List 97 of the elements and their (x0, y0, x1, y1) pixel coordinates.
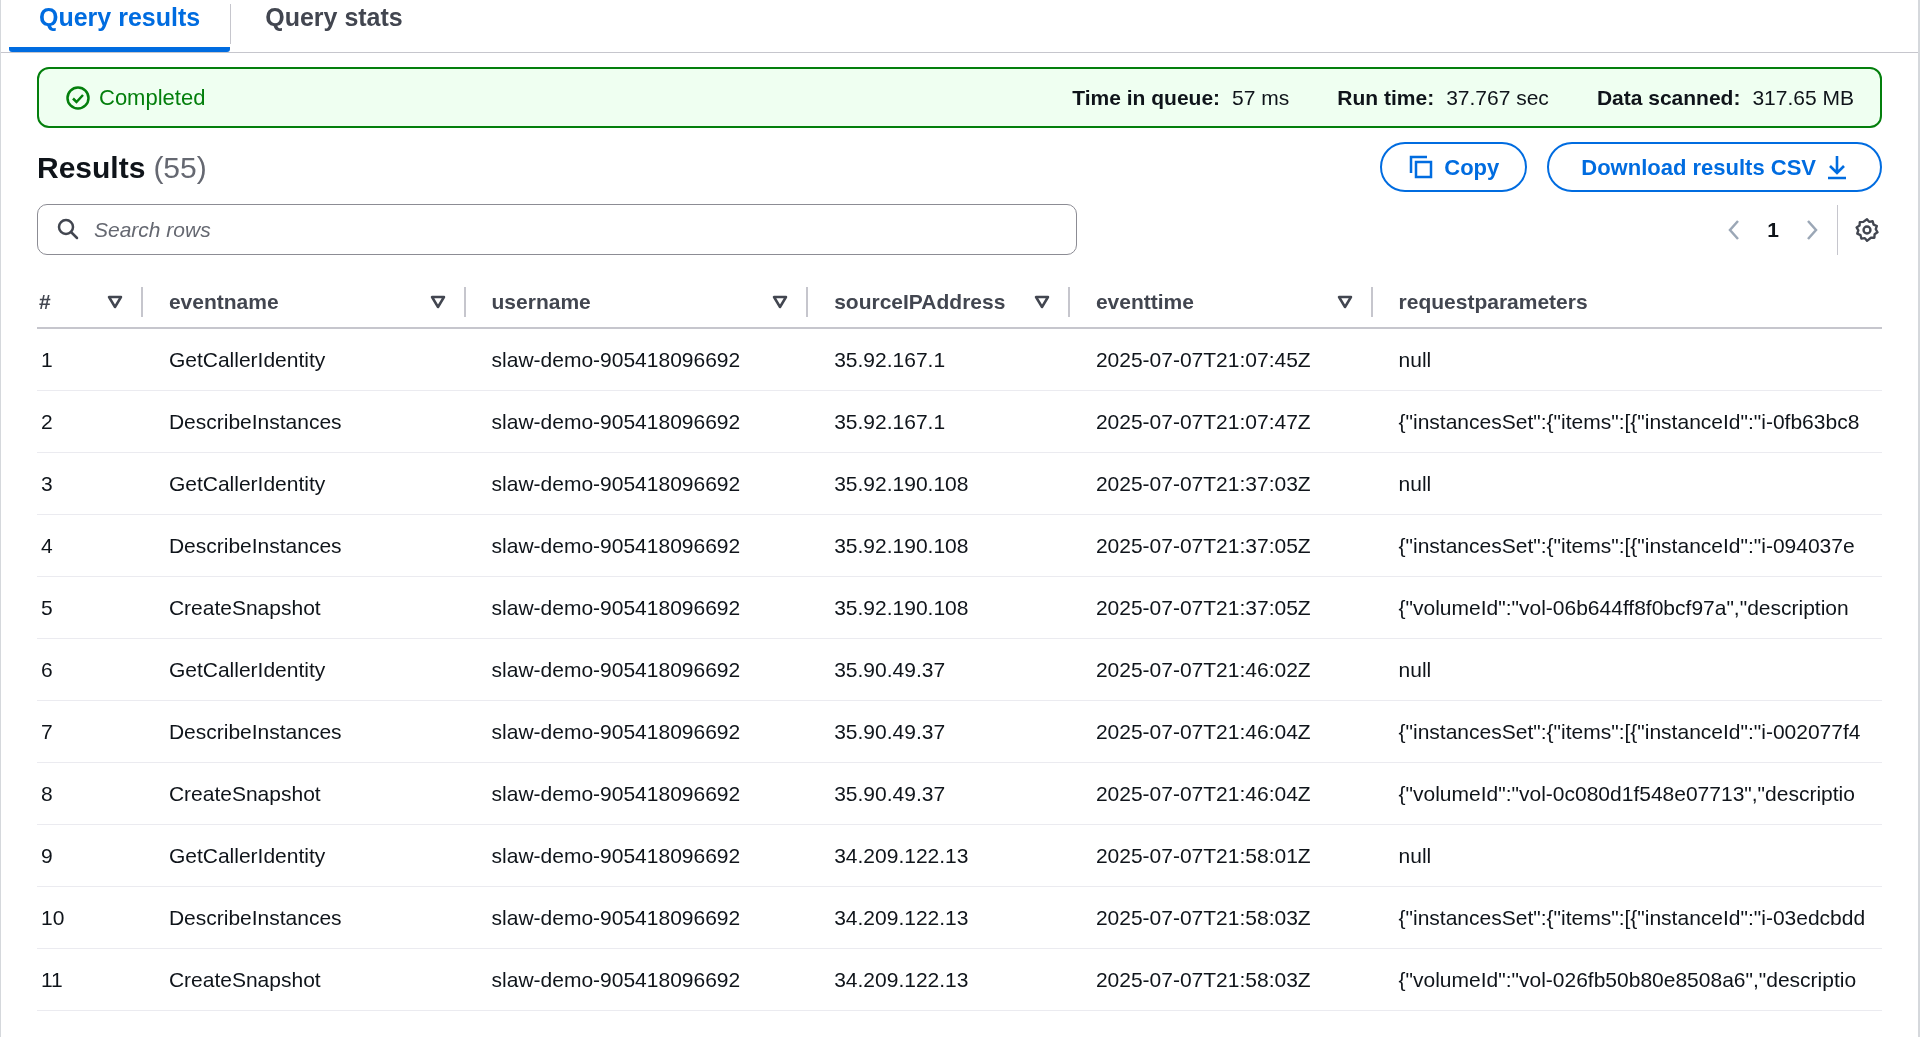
stat-label: Run time: (1337, 84, 1435, 111)
table-cell: 35.92.190.108 (834, 471, 969, 495)
table-cell: 2 (41, 409, 53, 433)
tab[interactable]: Query results (9, 0, 231, 52)
table-cell: {"volumeId":"vol-026fb50b80e8508a6","descriptio (1398, 967, 1857, 991)
table-cell: 2025-07-07T21:46:02Z (1095, 657, 1311, 681)
table-cell: 2025-07-07T21:58:03Z (1095, 905, 1311, 929)
table-cell: DescribeInstances (168, 719, 342, 743)
table-cell: CreateSnapshot (168, 781, 321, 805)
table-cell: {"volumeId":"vol-0c080d1f548e07713","descriptio (1398, 781, 1855, 805)
table-cell: GetCallerIdentity (168, 843, 326, 867)
sort-icon[interactable] (429, 295, 446, 309)
table-cell: slaw-demo-905418096692 (491, 905, 741, 929)
table-cell: 35.92.167.1 (834, 347, 946, 371)
table-cell: slaw-demo-905418096692 (491, 533, 741, 557)
table-cell: slaw-demo-905418096692 (491, 781, 741, 805)
table-cell: 11 (41, 967, 63, 991)
download-button[interactable]: Download results CSV (1547, 142, 1882, 192)
settings-icon[interactable] (1854, 216, 1880, 243)
table-cell: 6 (41, 657, 53, 681)
table-cell: GetCallerIdentity (168, 657, 326, 681)
table-cell: null (1398, 347, 1432, 371)
download-icon (1826, 154, 1848, 180)
table-cell: 2025-07-07T21:46:04Z (1095, 781, 1311, 805)
table-cell: {"instancesSet":{"items":[{"instanceId":"i-03edcbdd (1398, 905, 1866, 929)
table-cell: 10 (41, 905, 65, 929)
table-cell: CreateSnapshot (168, 967, 321, 991)
search-field[interactable]: Search rows (37, 204, 1077, 255)
table-cell: 2025-07-07T21:07:47Z (1095, 409, 1311, 433)
table-cell: {"volumeId":"vol-06b644ff8f0bcf97a","description (1398, 595, 1849, 619)
table-cell: 2025-07-07T21:58:03Z (1095, 967, 1311, 991)
check-circle-icon (65, 84, 91, 111)
stat-label: Time in queue: (1072, 84, 1221, 111)
table-cell: CreateSnapshot (168, 595, 321, 619)
table-cell: null (1398, 471, 1432, 495)
table-cell: 35.92.167.1 (834, 409, 946, 433)
table-cell: 2025-07-07T21:58:01Z (1095, 843, 1311, 867)
results-count: (55) (153, 149, 207, 186)
sort-icon[interactable] (1033, 295, 1050, 309)
table-cell: 2025-07-07T21:37:05Z (1095, 595, 1311, 619)
table-cell: slaw-demo-905418096692 (491, 595, 741, 619)
copy-button[interactable]: Copy (1380, 142, 1528, 192)
table-cell: GetCallerIdentity (168, 347, 326, 371)
sort-icon[interactable] (106, 295, 123, 309)
results-heading: Results (37, 149, 146, 186)
table-cell: 34.209.122.13 (834, 843, 969, 867)
table-cell: 8 (41, 781, 53, 805)
table-cell: 35.90.49.37 (834, 657, 946, 681)
table-cell: {"instancesSet":{"items":[{"instanceId":"i-002077f4 (1398, 719, 1861, 743)
table-cell: null (1398, 843, 1432, 867)
column-header[interactable]: sourceIPAddress (808, 277, 1070, 327)
column-header[interactable]: eventtime (1069, 277, 1373, 327)
column-header[interactable]: requestparameters (1372, 277, 1882, 327)
column-header[interactable]: username (465, 277, 809, 327)
table-cell: 1 (41, 347, 53, 371)
table-cell: 35.90.49.37 (834, 781, 946, 805)
table-cell: 5 (41, 595, 53, 619)
table-cell: 2025-07-07T21:37:05Z (1095, 533, 1311, 557)
page-number[interactable]: 1 (1767, 213, 1779, 246)
table-cell: 35.90.49.37 (834, 719, 946, 743)
table-cell: 7 (41, 719, 53, 743)
table-cell: 35.92.190.108 (834, 595, 969, 619)
table-cell: slaw-demo-905418096692 (491, 471, 741, 495)
search-icon (57, 218, 79, 240)
column-header[interactable]: eventname (142, 277, 466, 327)
table-cell: 4 (41, 533, 53, 557)
table-cell: slaw-demo-905418096692 (491, 843, 741, 867)
table-cell: 35.92.190.108 (834, 533, 969, 557)
table-cell: 2025-07-07T21:37:03Z (1095, 471, 1311, 495)
table-cell: DescribeInstances (168, 533, 342, 557)
table-cell: slaw-demo-905418096692 (491, 347, 741, 371)
sort-icon[interactable] (772, 295, 789, 309)
stat-value: 317.65 MB (1752, 84, 1854, 111)
table-cell: slaw-demo-905418096692 (491, 657, 741, 681)
tab[interactable]: Query stats (231, 0, 437, 52)
stat-label: Data scanned: (1596, 84, 1741, 111)
sort-icon[interactable] (1336, 295, 1353, 309)
status-label: Completed (99, 84, 206, 112)
table-cell: 2025-07-07T21:07:45Z (1095, 347, 1311, 371)
table-cell: slaw-demo-905418096692 (491, 409, 741, 433)
table-cell: slaw-demo-905418096692 (491, 719, 741, 743)
table-cell: 34.209.122.13 (834, 905, 969, 929)
stat-value: 57 ms (1232, 84, 1290, 111)
copy-icon (1408, 154, 1435, 180)
table-cell: DescribeInstances (168, 905, 342, 929)
table-cell: 34.209.122.13 (834, 967, 969, 991)
table-cell: {"instancesSet":{"items":[{"instanceId":"i-0fb63bc8 (1398, 409, 1860, 433)
table-cell: 2025-07-07T21:46:04Z (1095, 719, 1311, 743)
table-cell: {"instancesSet":{"items":[{"instanceId":"i-094037e (1398, 533, 1855, 557)
stat-value: 37.767 sec (1446, 84, 1549, 111)
table-cell: 9 (41, 843, 53, 867)
table-cell: GetCallerIdentity (168, 471, 326, 495)
table-cell: slaw-demo-905418096692 (491, 967, 741, 991)
table-cell: null (1398, 657, 1432, 681)
table-cell: 3 (41, 471, 53, 495)
table-cell: DescribeInstances (168, 409, 342, 433)
column-header[interactable]: # (37, 277, 143, 327)
